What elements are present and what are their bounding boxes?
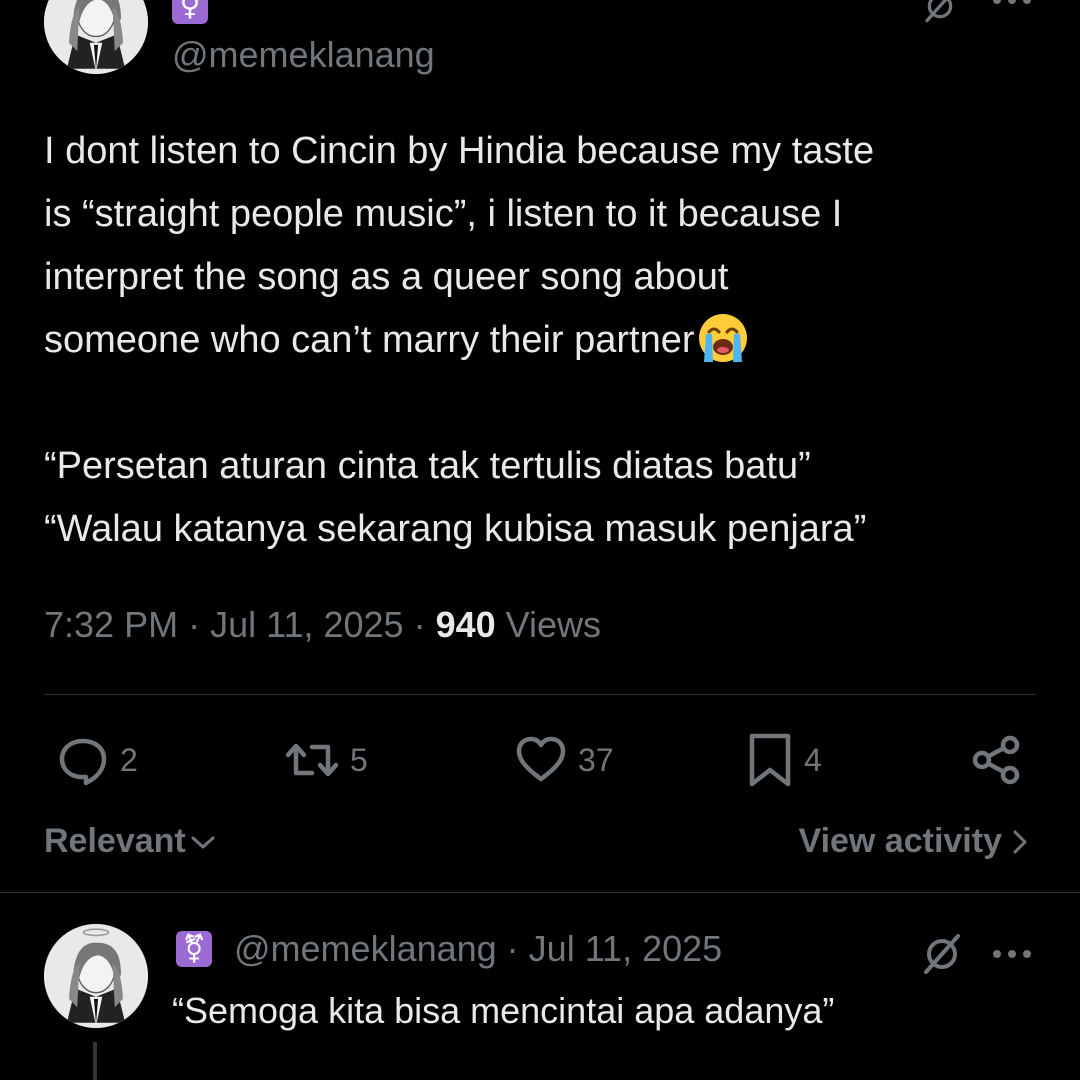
sort-relevant-dropdown[interactable]: Relevant [44, 822, 216, 861]
badge-glyph: ⚧ [182, 932, 206, 965]
divider [44, 694, 1036, 695]
more-icon[interactable] [990, 0, 1034, 10]
reply-count: 2 [120, 741, 138, 778]
bookmark-count: 4 [804, 741, 822, 778]
like-count: 37 [578, 741, 614, 778]
views-label: Views [495, 604, 602, 645]
pronoun-badge: ⚧ [176, 931, 212, 967]
repost-button[interactable]: 5 [284, 732, 368, 788]
tweet-line-with-emoji: someone who can’t marry their partner [44, 309, 1044, 372]
share-icon [972, 735, 1020, 785]
tweet-line: I dont listen to Cincin by Hindia becaus… [44, 130, 875, 172]
avatar[interactable] [44, 924, 148, 1028]
share-button[interactable] [970, 732, 1022, 788]
avatar[interactable] [44, 0, 148, 74]
loudly-crying-face-icon [697, 312, 749, 364]
author-handle[interactable]: @memeklanang [172, 34, 435, 76]
reply-icon [59, 738, 107, 786]
grok-icon[interactable] [916, 0, 964, 26]
tweet-line: someone who can’t marry their partner [44, 319, 695, 361]
repost-icon [285, 743, 339, 777]
reply-button[interactable]: 2 [56, 732, 138, 788]
more-icon[interactable] [990, 946, 1034, 962]
tweet-line: interpret the song as a queer song about [44, 256, 729, 298]
tweet-text: I dont listen to Cincin by Hindia becaus… [44, 120, 1044, 561]
badge-glyph: ♀ [179, 0, 201, 22]
bookmark-icon [749, 733, 791, 787]
bookmark-button[interactable]: 4 [746, 732, 822, 788]
like-button[interactable]: 37 [514, 732, 614, 788]
tweet-date[interactable]: Jul 11, 2025 [210, 604, 403, 645]
divider [0, 892, 1080, 893]
tweet-time[interactable]: 7:32 PM [44, 604, 178, 645]
meta-separator: · [178, 604, 211, 645]
grok-icon[interactable] [918, 930, 966, 978]
reply-meta: @memeklanang · Jul 11, 2025 [234, 928, 722, 970]
author-handle[interactable]: @memeklanang [234, 928, 497, 969]
tweet-meta: 7:32 PM · Jul 11, 2025 · 940 Views [44, 604, 601, 646]
thread-line [93, 1042, 97, 1080]
meta-separator: · [496, 928, 529, 969]
chevron-down-icon [191, 836, 215, 848]
tweet-line: is “straight people music”, i listen to … [44, 193, 843, 235]
repost-count: 5 [350, 741, 368, 778]
pronoun-badge: ♀ [172, 0, 208, 24]
tweet-line: “Walau katanya sekarang kubisa masuk pen… [44, 508, 867, 550]
sort-label: Relevant [44, 822, 186, 860]
chevron-right-icon [1013, 830, 1027, 853]
like-icon [516, 736, 566, 782]
reply-text: “Semoga kita bisa mencintai apa adanya” [172, 990, 835, 1031]
view-activity-label: View activity [798, 822, 1003, 860]
tweet-line: “Persetan aturan cinta tak tertulis diat… [44, 445, 811, 487]
reply-date[interactable]: Jul 11, 2025 [529, 928, 722, 969]
view-activity-link[interactable]: View activity [799, 822, 1029, 861]
meta-separator: · [403, 604, 436, 645]
views-count: 940 [435, 604, 496, 645]
